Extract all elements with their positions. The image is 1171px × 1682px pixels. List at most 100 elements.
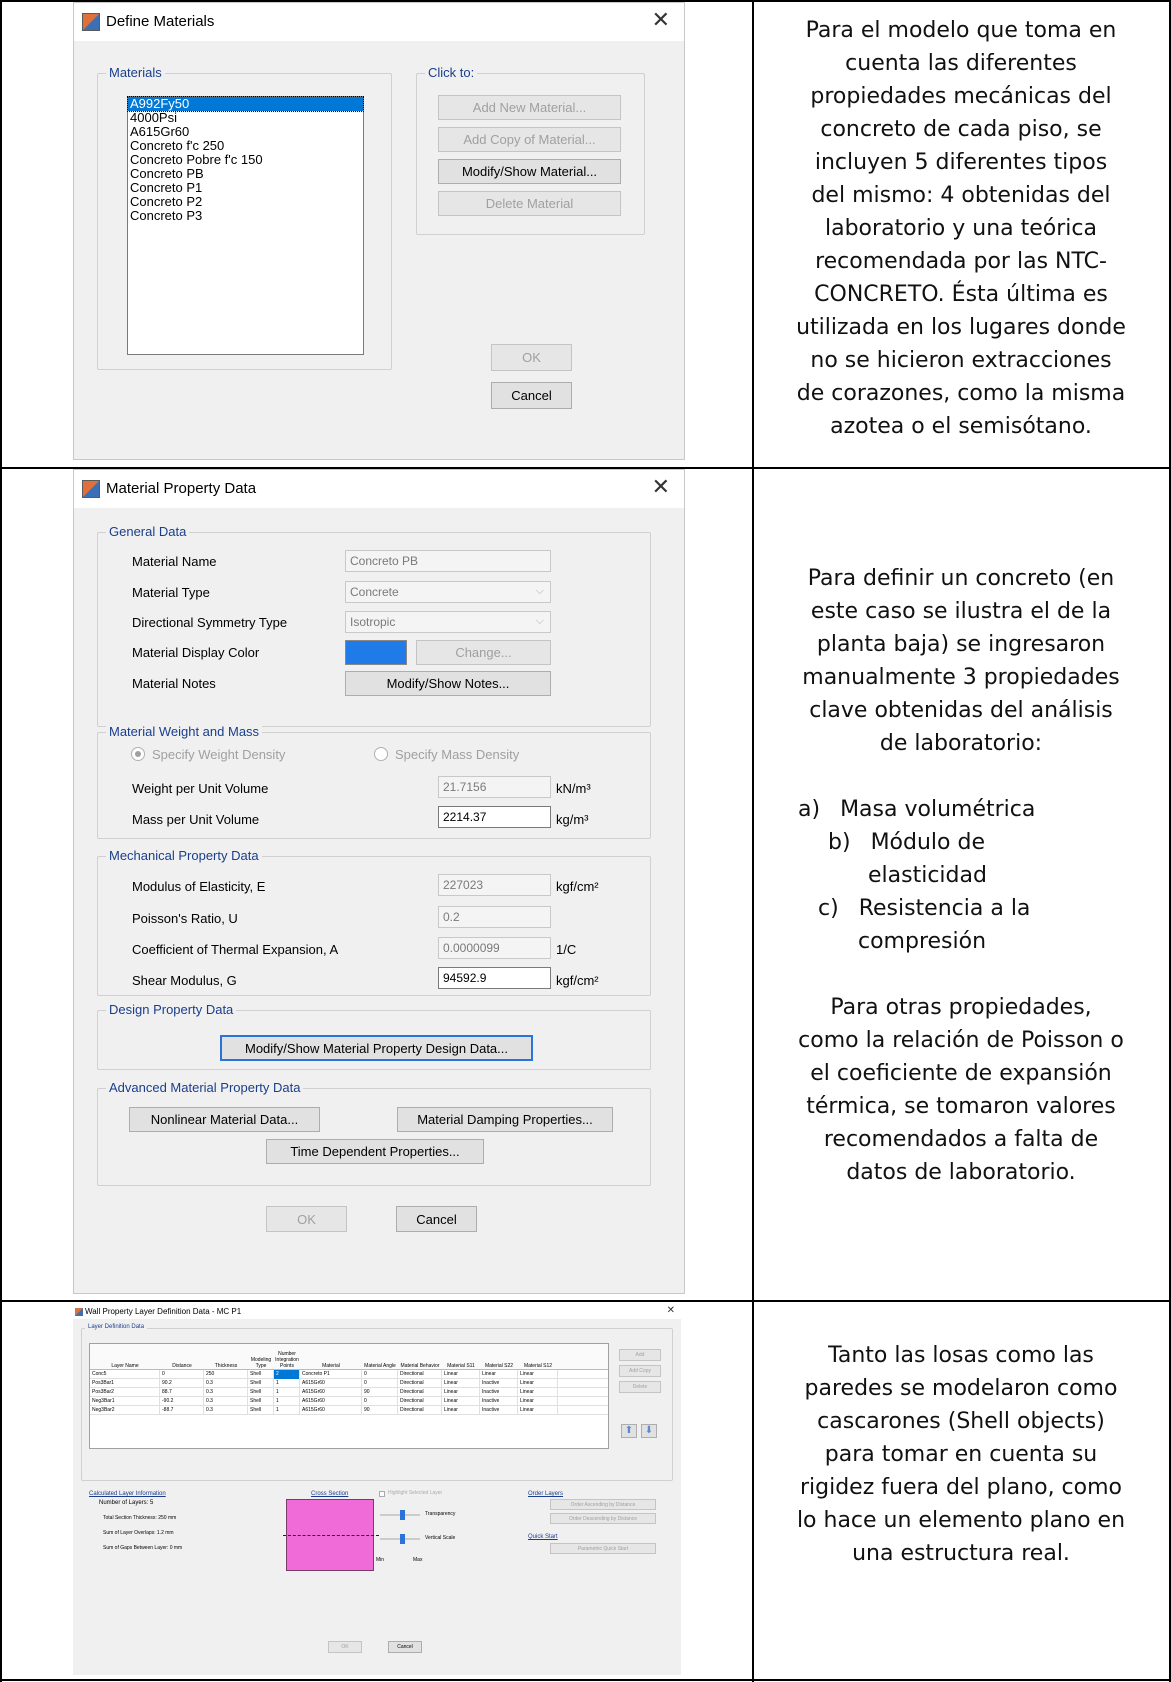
table-cell[interactable]: Directional bbox=[398, 1370, 442, 1379]
table-cell[interactable]: Linear bbox=[442, 1406, 480, 1415]
cancel-button[interactable]: Cancel bbox=[491, 382, 572, 409]
column-header[interactable]: Number Integration Points bbox=[274, 1344, 300, 1370]
cancel-button[interactable]: Cancel bbox=[388, 1641, 422, 1653]
shear-field[interactable]: 94592.9 bbox=[438, 967, 551, 989]
column-header[interactable]: Distance bbox=[160, 1344, 204, 1370]
table-cell[interactable]: 0.3 bbox=[204, 1379, 248, 1388]
table-cell[interactable]: Concreto P1 bbox=[300, 1370, 362, 1379]
parametric-quick-start-button[interactable]: Parametric Quick Start bbox=[550, 1543, 656, 1554]
material-list-item[interactable]: A615Gr60 bbox=[128, 125, 363, 139]
table-cell[interactable]: 1 bbox=[274, 1388, 300, 1397]
table-cell[interactable]: Directional bbox=[398, 1388, 442, 1397]
nonlinear-button[interactable]: Nonlinear Material Data... bbox=[129, 1107, 320, 1132]
slider-thumb[interactable] bbox=[400, 1534, 405, 1544]
modulus-field[interactable]: 227023 bbox=[438, 874, 551, 896]
table-cell[interactable]: 0 bbox=[160, 1370, 204, 1379]
material-type-select[interactable]: Concrete ⌵ bbox=[345, 581, 551, 603]
table-cell[interactable]: Shell bbox=[248, 1388, 274, 1397]
column-header[interactable]: Material S12 bbox=[518, 1344, 558, 1370]
thermal-field[interactable]: 0.0000099 bbox=[438, 937, 551, 959]
table-cell[interactable]: Inactive bbox=[480, 1379, 518, 1388]
column-header[interactable]: Layer Name bbox=[90, 1344, 160, 1370]
ok-button[interactable]: OK bbox=[266, 1206, 347, 1232]
table-row[interactable]: Neg3Bar2 -88.7 0.3 Shell 1 A615Gr60 90 Directio… bbox=[90, 1406, 608, 1415]
delete-material-button[interactable]: Delete Material bbox=[438, 191, 621, 216]
table-cell[interactable]: Inactive bbox=[480, 1406, 518, 1415]
materials-listbox[interactable]: A992Fy50 4000Psi A615Gr60 Concreto f'c 250 C… bbox=[127, 96, 364, 355]
mass-per-volume-field[interactable]: 2214.37 bbox=[438, 806, 551, 828]
table-cell[interactable]: 90 bbox=[362, 1388, 398, 1397]
cancel-button[interactable]: Cancel bbox=[396, 1206, 477, 1232]
table-cell[interactable]: Linear bbox=[518, 1397, 558, 1406]
table-cell[interactable]: Linear bbox=[518, 1388, 558, 1397]
table-cell[interactable]: Linear bbox=[518, 1379, 558, 1388]
poisson-field[interactable]: 0.2 bbox=[438, 906, 551, 928]
table-row[interactable]: Pos3Bar2 88.7 0.3 Shell 1 A615Gr60 90 Direction… bbox=[90, 1388, 608, 1397]
table-cell[interactable]: 90 bbox=[362, 1406, 398, 1415]
table-cell[interactable]: Linear bbox=[442, 1388, 480, 1397]
table-row[interactable]: Pos3Bar1 90.2 0.3 Shell 1 A615Gr60 0 Directiona… bbox=[90, 1379, 608, 1388]
column-header[interactable]: Material S11 bbox=[442, 1344, 480, 1370]
table-cell[interactable]: -90.2 bbox=[160, 1397, 204, 1406]
table-cell[interactable]: Conc5 bbox=[90, 1370, 160, 1379]
transparency-slider[interactable] bbox=[380, 1510, 420, 1520]
table-cell[interactable]: 0 bbox=[362, 1397, 398, 1406]
table-cell[interactable]: Neg3Bar1 bbox=[90, 1397, 160, 1406]
material-list-item[interactable]: Concreto P3 bbox=[128, 209, 363, 223]
close-icon[interactable]: ✕ bbox=[667, 1305, 675, 1316]
table-cell[interactable]: 0.3 bbox=[204, 1406, 248, 1415]
vertical-scale-slider[interactable] bbox=[380, 1534, 420, 1544]
modify-notes-button[interactable]: Modify/Show Notes... bbox=[345, 671, 551, 696]
modify-show-material-button[interactable]: Modify/Show Material... bbox=[438, 159, 621, 184]
specify-mass-radio[interactable] bbox=[374, 747, 388, 761]
table-cell[interactable]: Linear bbox=[480, 1370, 518, 1379]
table-cell[interactable]: 2 bbox=[274, 1370, 300, 1379]
table-cell[interactable]: Neg3Bar2 bbox=[90, 1406, 160, 1415]
table-cell[interactable]: 250 bbox=[204, 1370, 248, 1379]
table-cell[interactable]: 0.3 bbox=[204, 1388, 248, 1397]
table-cell[interactable]: 1 bbox=[274, 1379, 300, 1388]
material-list-item[interactable]: Concreto Pobre f'c 150 bbox=[128, 153, 363, 167]
table-cell[interactable]: A615Gr60 bbox=[300, 1388, 362, 1397]
table-row[interactable]: Neg3Bar1 -90.2 0.3 Shell 1 A615Gr60 0 Direction… bbox=[90, 1397, 608, 1406]
column-header[interactable]: Material S22 bbox=[480, 1344, 518, 1370]
table-cell[interactable]: Linear bbox=[518, 1370, 558, 1379]
table-cell[interactable]: Directional bbox=[398, 1397, 442, 1406]
move-down-icon[interactable]: ⬇ bbox=[641, 1424, 657, 1438]
table-cell[interactable]: Linear bbox=[442, 1379, 480, 1388]
change-color-button[interactable]: Change... bbox=[416, 640, 551, 665]
table-cell[interactable]: -88.7 bbox=[160, 1406, 204, 1415]
table-cell[interactable]: Inactive bbox=[480, 1397, 518, 1406]
slider-thumb[interactable] bbox=[400, 1510, 405, 1520]
design-data-button[interactable]: Modify/Show Material Property Design Dat… bbox=[220, 1035, 533, 1061]
table-cell[interactable]: A615Gr60 bbox=[300, 1406, 362, 1415]
table-cell[interactable]: Directional bbox=[398, 1379, 442, 1388]
material-list-item[interactable]: Concreto P1 bbox=[128, 181, 363, 195]
order-descending-button[interactable]: Order Descending by Distance bbox=[550, 1513, 656, 1524]
material-list-item[interactable]: 4000Psi bbox=[128, 111, 363, 125]
column-header[interactable]: Material Angle bbox=[362, 1344, 398, 1370]
delete-layer-button[interactable]: Delete bbox=[619, 1381, 661, 1393]
material-list-item[interactable]: Concreto PB bbox=[128, 167, 363, 181]
material-name-field[interactable]: Concreto PB bbox=[345, 550, 551, 572]
close-icon[interactable]: ✕ bbox=[652, 474, 670, 500]
table-cell[interactable]: A615Gr60 bbox=[300, 1397, 362, 1406]
column-header[interactable]: Material Behavior bbox=[398, 1344, 442, 1370]
specify-weight-radio[interactable] bbox=[131, 747, 145, 761]
table-cell[interactable]: 88.7 bbox=[160, 1388, 204, 1397]
column-header[interactable]: Material bbox=[300, 1344, 362, 1370]
table-cell[interactable]: Linear bbox=[442, 1397, 480, 1406]
time-dependent-button[interactable]: Time Dependent Properties... bbox=[266, 1139, 484, 1164]
table-cell[interactable]: Shell bbox=[248, 1370, 274, 1379]
table-cell[interactable]: Shell bbox=[248, 1406, 274, 1415]
table-cell[interactable]: Linear bbox=[518, 1406, 558, 1415]
weight-per-volume-field[interactable]: 21.7156 bbox=[438, 776, 551, 798]
symmetry-select[interactable]: Isotropic ⌵ bbox=[345, 611, 551, 633]
close-icon[interactable]: ✕ bbox=[652, 7, 670, 33]
table-cell[interactable]: Linear bbox=[442, 1370, 480, 1379]
table-cell[interactable]: 0 bbox=[362, 1379, 398, 1388]
highlight-checkbox[interactable] bbox=[379, 1491, 385, 1497]
add-copy-layer-button[interactable]: Add Copy bbox=[619, 1365, 661, 1377]
column-header[interactable]: Modeling Type bbox=[248, 1344, 274, 1370]
table-cell[interactable]: 1 bbox=[274, 1397, 300, 1406]
